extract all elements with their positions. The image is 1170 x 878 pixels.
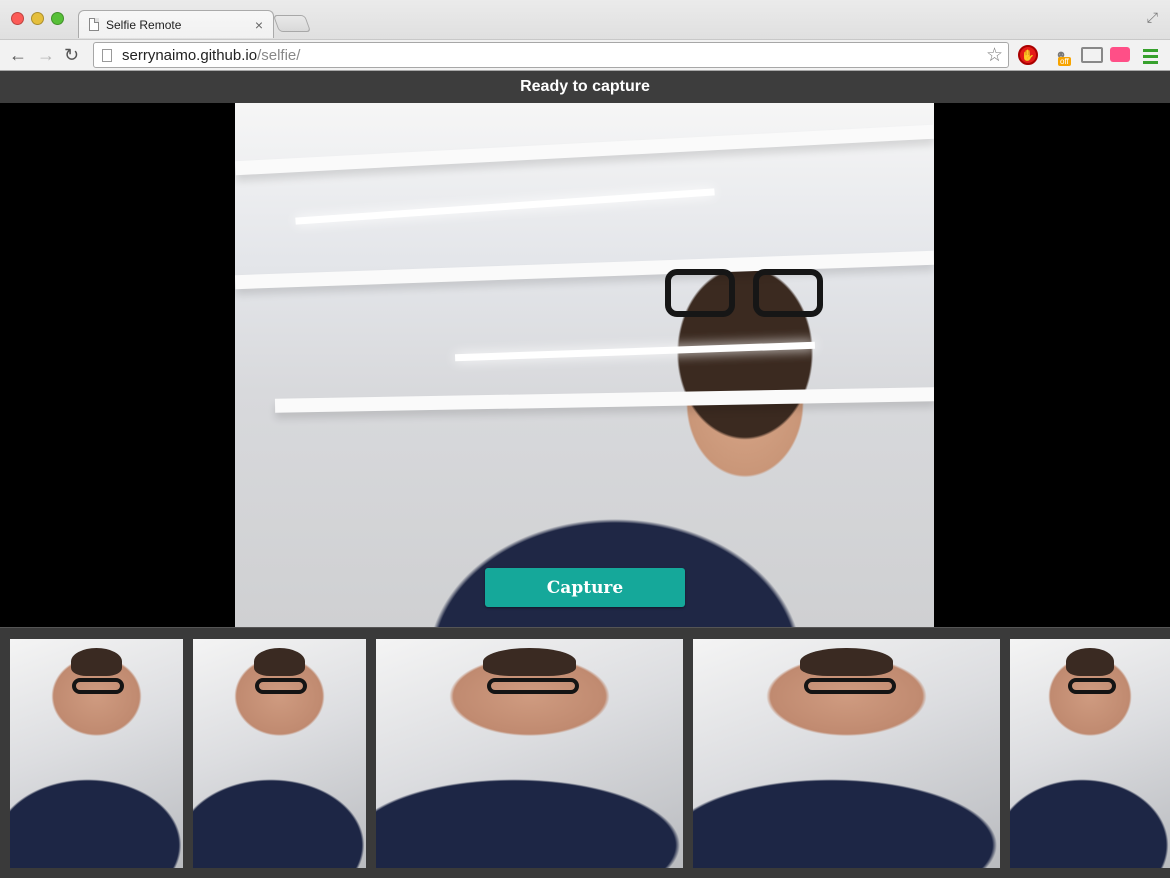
selfie-thumbnail-4[interactable] bbox=[693, 639, 1000, 868]
url-host: serrynaimo.github.io bbox=[122, 46, 258, 64]
minimize-window-button[interactable] bbox=[31, 12, 44, 25]
capture-button[interactable]: Capture bbox=[485, 568, 685, 607]
forward-arrow-icon[interactable]: → bbox=[37, 44, 55, 66]
maximize-window-button[interactable] bbox=[51, 12, 64, 25]
selfie-thumbnail-1[interactable] bbox=[10, 639, 183, 868]
pink-extension-icon[interactable] bbox=[1110, 47, 1130, 62]
browser-toolbar: ← → ↻ serrynaimo.github.io/selfie/ ☆ ✋ ☻… bbox=[0, 39, 1170, 70]
tab-selfie-remote[interactable]: Selfie Remote × bbox=[78, 10, 274, 38]
page-icon bbox=[102, 48, 112, 62]
close-window-button[interactable] bbox=[11, 12, 24, 25]
cast-icon[interactable] bbox=[1081, 47, 1103, 63]
star-icon[interactable]: ☆ bbox=[986, 44, 1003, 67]
address-bar[interactable]: serrynaimo.github.io/selfie/ ☆ bbox=[93, 42, 1009, 68]
selfie-thumbnail-5[interactable] bbox=[1010, 639, 1170, 868]
tab-title: Selfie Remote bbox=[106, 17, 182, 32]
extension-off-badge: off bbox=[1058, 57, 1071, 66]
fullscreen-icon[interactable]: ⤢ bbox=[1147, 9, 1158, 26]
tab-close-button[interactable]: × bbox=[255, 17, 263, 33]
window-controls bbox=[11, 12, 64, 25]
browser-chrome: Selfie Remote × ⤢ ← → ↻ serrynaimo.githu… bbox=[0, 0, 1170, 71]
selfie-thumbnail-3[interactable] bbox=[376, 639, 683, 868]
reload-icon[interactable]: ↻ bbox=[64, 44, 79, 66]
url-path: /selfie/ bbox=[257, 46, 301, 64]
captured-photos-strip bbox=[0, 627, 1170, 878]
stop-extension-icon[interactable]: ✋ bbox=[1018, 45, 1038, 65]
camera-preview bbox=[235, 103, 934, 627]
new-tab-button[interactable] bbox=[272, 15, 312, 32]
selfie-thumbnail-2[interactable] bbox=[193, 639, 366, 868]
subject-glasses bbox=[665, 269, 830, 321]
back-arrow-icon[interactable]: ← bbox=[9, 44, 27, 66]
page-icon bbox=[89, 18, 99, 31]
status-message: Ready to capture bbox=[0, 71, 1170, 103]
menu-icon[interactable] bbox=[1142, 48, 1158, 64]
